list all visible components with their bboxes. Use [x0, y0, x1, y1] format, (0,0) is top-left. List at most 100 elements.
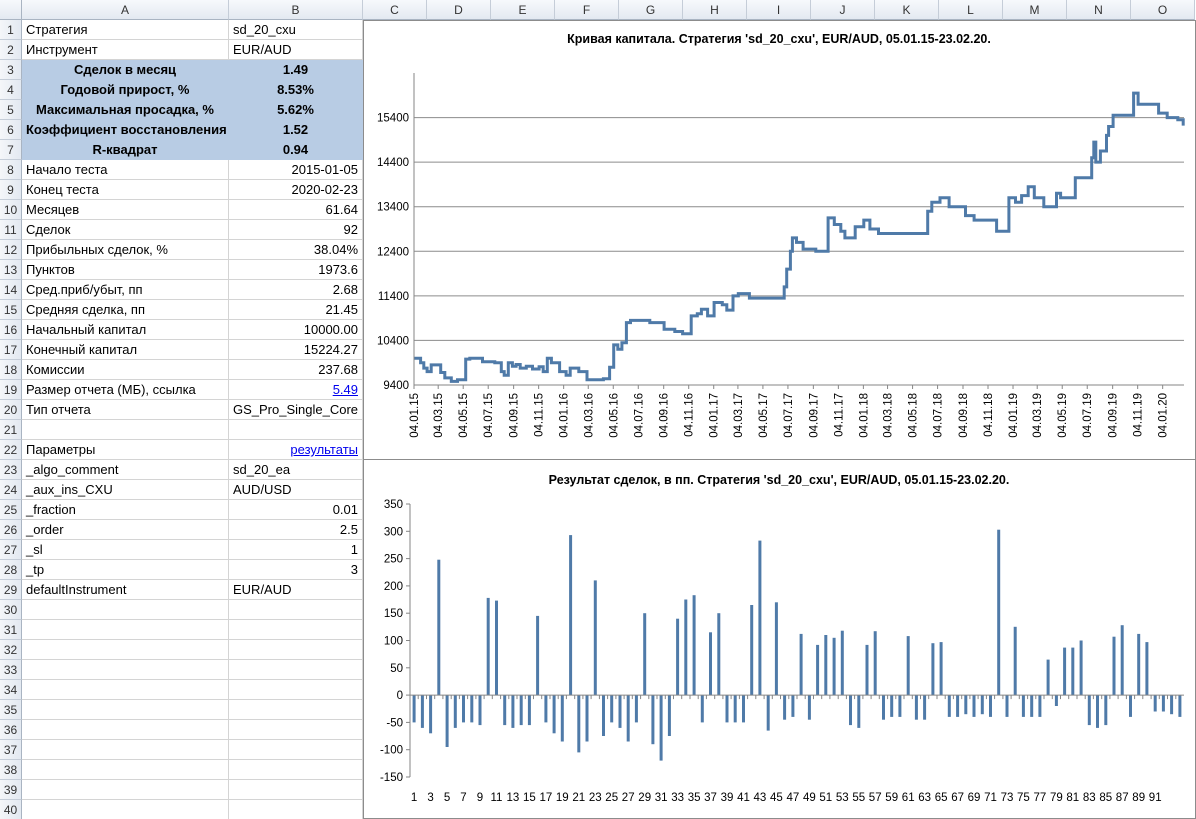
- row-header[interactable]: 17: [0, 340, 22, 360]
- column-header[interactable]: E: [491, 0, 555, 20]
- row-header[interactable]: 37: [0, 740, 22, 760]
- cell-value[interactable]: EUR/AUD: [229, 580, 363, 600]
- cell-label[interactable]: [22, 600, 229, 620]
- cell-value[interactable]: [229, 760, 363, 780]
- row-header[interactable]: 25: [0, 500, 22, 520]
- cell-label[interactable]: Начало теста: [22, 160, 229, 180]
- cell-label[interactable]: [22, 800, 229, 819]
- cell-label[interactable]: Сред.приб/убыт, пп: [22, 280, 229, 300]
- cell-value[interactable]: [229, 720, 363, 740]
- cell-label[interactable]: _tp: [22, 560, 229, 580]
- cell-label[interactable]: Тип отчета: [22, 400, 229, 420]
- row-header[interactable]: 29: [0, 580, 22, 600]
- cell-value[interactable]: [229, 740, 363, 760]
- row-header[interactable]: 27: [0, 540, 22, 560]
- cell-value[interactable]: [229, 680, 363, 700]
- cell-value[interactable]: [229, 420, 363, 440]
- cell-label[interactable]: _sl: [22, 540, 229, 560]
- column-header[interactable]: K: [875, 0, 939, 20]
- cell-value[interactable]: 1.52: [229, 120, 363, 140]
- cell-label[interactable]: _order: [22, 520, 229, 540]
- cell-label[interactable]: [22, 640, 229, 660]
- cell-label[interactable]: R-квадрат: [22, 140, 229, 160]
- cell-label[interactable]: Стратегия: [22, 20, 229, 40]
- cell-value[interactable]: 15224.27: [229, 340, 363, 360]
- column-header[interactable]: B: [229, 0, 363, 20]
- row-header[interactable]: 30: [0, 600, 22, 620]
- row-header[interactable]: 3: [0, 60, 22, 80]
- cell-value[interactable]: 92: [229, 220, 363, 240]
- cell-link[interactable]: результаты: [229, 440, 363, 460]
- row-header[interactable]: 11: [0, 220, 22, 240]
- cell-value[interactable]: [229, 660, 363, 680]
- select-all-corner[interactable]: [0, 0, 22, 20]
- cell-label[interactable]: Сделок: [22, 220, 229, 240]
- cell-label[interactable]: _aux_ins_CXU: [22, 480, 229, 500]
- row-header[interactable]: 1: [0, 20, 22, 40]
- cell-value[interactable]: [229, 800, 363, 819]
- cell-value[interactable]: GS_Pro_Single_Core: [229, 400, 363, 420]
- cell-label[interactable]: Сделок в месяц: [22, 60, 229, 80]
- column-header[interactable]: J: [811, 0, 875, 20]
- column-header[interactable]: A: [22, 0, 229, 20]
- cell-value[interactable]: EUR/AUD: [229, 40, 363, 60]
- cell-label[interactable]: [22, 780, 229, 800]
- row-header[interactable]: 12: [0, 240, 22, 260]
- cell-label[interactable]: [22, 420, 229, 440]
- cell-label[interactable]: Коэффициент восстановления: [22, 120, 229, 140]
- cell-value[interactable]: [229, 780, 363, 800]
- equity-chart[interactable]: Кривая капитала. Стратегия 'sd_20_cxu', …: [363, 20, 1196, 460]
- cell-value[interactable]: 2020-02-23: [229, 180, 363, 200]
- cell-value[interactable]: sd_20_cxu: [229, 20, 363, 40]
- column-header[interactable]: L: [939, 0, 1003, 20]
- column-header[interactable]: D: [427, 0, 491, 20]
- cell-label[interactable]: defaultInstrument: [22, 580, 229, 600]
- cell-value[interactable]: sd_20_ea: [229, 460, 363, 480]
- row-header[interactable]: 15: [0, 300, 22, 320]
- cell-value[interactable]: 2.68: [229, 280, 363, 300]
- cell-label[interactable]: [22, 700, 229, 720]
- cell-label[interactable]: [22, 680, 229, 700]
- column-header[interactable]: M: [1003, 0, 1067, 20]
- cell-value[interactable]: 3: [229, 560, 363, 580]
- row-header[interactable]: 2: [0, 40, 22, 60]
- cell-link[interactable]: 5.49: [229, 380, 363, 400]
- row-header[interactable]: 24: [0, 480, 22, 500]
- row-header[interactable]: 10: [0, 200, 22, 220]
- cell-value[interactable]: 0.94: [229, 140, 363, 160]
- cell-value[interactable]: 61.64: [229, 200, 363, 220]
- row-header[interactable]: 38: [0, 760, 22, 780]
- column-header[interactable]: I: [747, 0, 811, 20]
- cell-label[interactable]: [22, 660, 229, 680]
- cell-label[interactable]: [22, 740, 229, 760]
- cell-value[interactable]: 237.68: [229, 360, 363, 380]
- cell-label[interactable]: [22, 720, 229, 740]
- cell-label[interactable]: _fraction: [22, 500, 229, 520]
- cell-value[interactable]: [229, 620, 363, 640]
- row-header[interactable]: 28: [0, 560, 22, 580]
- row-header[interactable]: 39: [0, 780, 22, 800]
- cell-label[interactable]: Максимальная просадка, %: [22, 100, 229, 120]
- cell-label[interactable]: Начальный капитал: [22, 320, 229, 340]
- cell-label[interactable]: Инструмент: [22, 40, 229, 60]
- cell-value[interactable]: AUD/USD: [229, 480, 363, 500]
- cell-value[interactable]: 5.62%: [229, 100, 363, 120]
- cell-value[interactable]: 1973.6: [229, 260, 363, 280]
- row-header[interactable]: 7: [0, 140, 22, 160]
- column-header[interactable]: G: [619, 0, 683, 20]
- cell-value[interactable]: 38.04%: [229, 240, 363, 260]
- row-header[interactable]: 26: [0, 520, 22, 540]
- column-header[interactable]: N: [1067, 0, 1131, 20]
- row-header[interactable]: 32: [0, 640, 22, 660]
- row-header[interactable]: 13: [0, 260, 22, 280]
- row-header[interactable]: 14: [0, 280, 22, 300]
- cell-value[interactable]: [229, 640, 363, 660]
- cell-label[interactable]: Средняя сделка, пп: [22, 300, 229, 320]
- cell-label[interactable]: Конечный капитал: [22, 340, 229, 360]
- cell-value[interactable]: 2015-01-05: [229, 160, 363, 180]
- row-header[interactable]: 35: [0, 700, 22, 720]
- cell-label[interactable]: _algo_comment: [22, 460, 229, 480]
- row-header[interactable]: 9: [0, 180, 22, 200]
- row-header[interactable]: 5: [0, 100, 22, 120]
- row-header[interactable]: 36: [0, 720, 22, 740]
